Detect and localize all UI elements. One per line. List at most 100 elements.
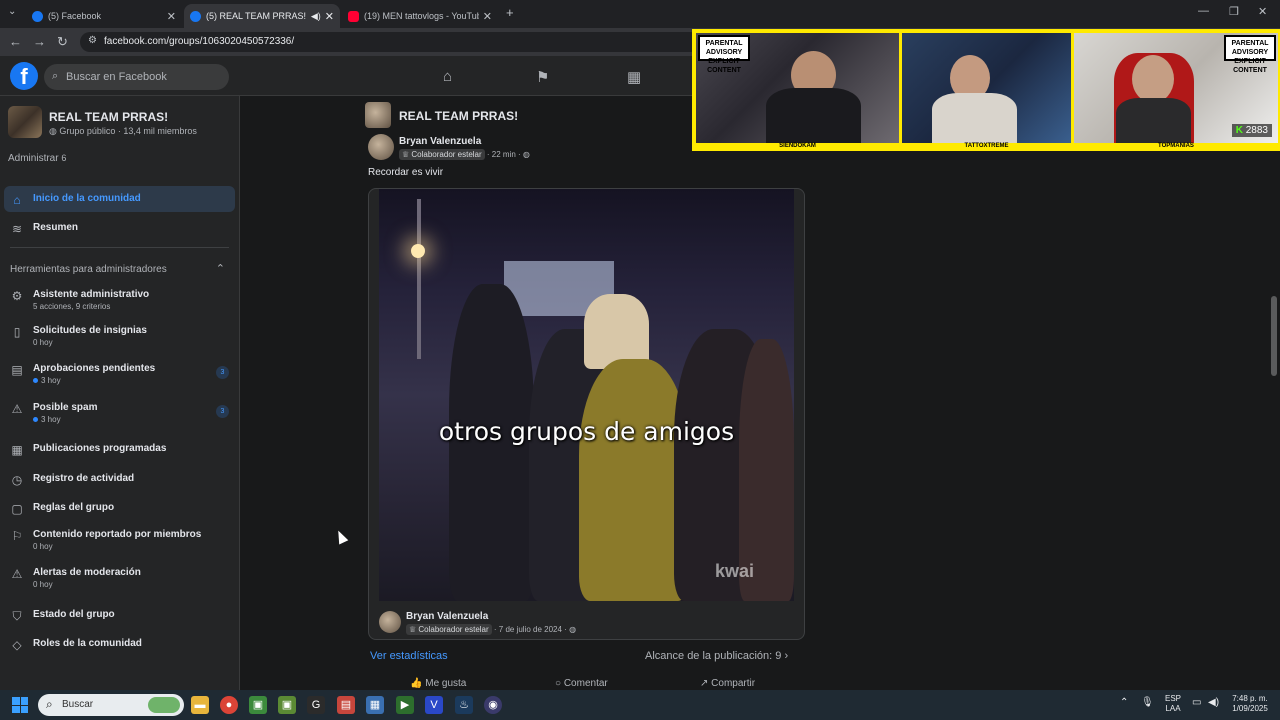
search-input[interactable]: ⌕ Buscar en Facebook bbox=[44, 64, 229, 90]
sidebar-item-estado[interactable]: ⛉ Estado del grupo bbox=[4, 609, 235, 624]
post-author[interactable]: Bryan Valenzuela bbox=[399, 136, 481, 147]
group-avatar[interactable] bbox=[365, 102, 391, 128]
sidebar-item-registro[interactable]: ◷ Registro de actividad bbox=[4, 473, 235, 487]
kwai-watermark: kwai bbox=[715, 561, 755, 581]
thumbs-up-icon: 👍 bbox=[410, 678, 426, 689]
shared-video[interactable]: otros grupos de amigos kwai Bryan Valenz… bbox=[368, 188, 805, 640]
speaker-icon[interactable]: ◀) bbox=[311, 11, 321, 22]
admin-sidebar: REAL TEAM PRRAS! ◍ Grupo público · 13,4 … bbox=[0, 96, 240, 690]
microphone-icon[interactable]: 🎙 bbox=[1141, 698, 1154, 708]
app-g-icon[interactable]: G bbox=[307, 696, 325, 714]
close-icon[interactable]: ✕ bbox=[325, 10, 334, 23]
video-frame[interactable]: otros grupos de amigos kwai bbox=[379, 189, 794, 601]
comment-button[interactable]: ○ Comentar bbox=[555, 678, 608, 689]
webcam-topmanias: PARENTAL ADVISORY EXPLICIT CONTENT K 288… bbox=[1074, 33, 1278, 143]
cam-label: SIENDOKAM bbox=[779, 143, 816, 149]
book-icon: ▢ bbox=[11, 502, 23, 516]
restore-button[interactable]: ❐ bbox=[1229, 5, 1239, 18]
like-button[interactable]: 👍 Me gusta bbox=[410, 678, 466, 689]
tab-search-chevron-icon[interactable]: ⌄ bbox=[8, 6, 16, 17]
app-icon[interactable]: ▤ bbox=[337, 696, 355, 714]
app-play-icon[interactable]: ▶ bbox=[396, 696, 414, 714]
sidebar-item-resumen[interactable]: ≋ Resumen bbox=[4, 222, 235, 248]
tab-real-team-prras[interactable]: (5) REAL TEAM PRRAS! | Fac ◀) ✕ bbox=[184, 4, 340, 28]
lamp-light bbox=[411, 244, 425, 258]
shared-date[interactable]: 7 de julio de 2024 bbox=[499, 625, 562, 634]
author-avatar[interactable] bbox=[368, 134, 394, 160]
site-info-icon[interactable]: ⚙ bbox=[88, 35, 97, 46]
sidebar-item-roles[interactable]: ◇ Roles de la comunidad bbox=[4, 638, 235, 652]
dashboard-icon[interactable]: ▦ bbox=[627, 68, 641, 86]
sidebar-item-asistente[interactable]: ⚙ Asistente administrativo 5 acciones, 9 … bbox=[4, 289, 235, 311]
street-lamp bbox=[417, 199, 421, 359]
close-icon[interactable]: ✕ bbox=[167, 10, 176, 23]
clock[interactable]: 7:48 p. m. 1/09/2025 bbox=[1224, 694, 1276, 714]
post-reach[interactable]: Alcance de la publicación: 9 › bbox=[645, 650, 788, 662]
divider bbox=[10, 247, 229, 248]
sidebar-item-aprobaciones[interactable]: ▤ Aprobaciones pendientes 3 hoy 3 bbox=[4, 363, 235, 385]
kick-icon: K bbox=[1235, 125, 1246, 136]
home-icon: ⌂ bbox=[13, 193, 21, 207]
person-head bbox=[584, 294, 649, 369]
sidebar-item-alertas[interactable]: ⚠ Alertas de moderación 0 hoy bbox=[4, 567, 235, 589]
forward-arrow-icon[interactable]: → bbox=[33, 34, 46, 49]
count-badge: 3 bbox=[216, 366, 229, 379]
steam-icon[interactable]: ♨ bbox=[455, 696, 473, 714]
admin-tools-header[interactable]: Herramientas para administradores ⌃ bbox=[10, 262, 225, 275]
sidebar-item-inicio[interactable]: ⌂ Inicio de la comunidad bbox=[4, 186, 235, 212]
page-scrollbar[interactable] bbox=[1271, 296, 1277, 376]
url-field[interactable]: ⚙ facebook.com/groups/1063020450572336/ bbox=[80, 32, 700, 52]
new-tab-button[interactable]: + bbox=[506, 5, 514, 20]
sidebar-item-reportado[interactable]: ⚐ Contenido reportado por miembros 0 hoy bbox=[4, 529, 235, 551]
post-time[interactable]: 22 min bbox=[492, 150, 516, 159]
unread-dot bbox=[33, 378, 38, 383]
parental-advisory-logo: PARENTAL ADVISORY EXPLICIT CONTENT bbox=[698, 35, 750, 74]
chevron-up-icon[interactable]: ⌃ bbox=[216, 262, 225, 275]
taskbar-search[interactable]: ⌕ Buscar bbox=[38, 694, 184, 716]
language-indicator[interactable]: ESP LAA bbox=[1162, 694, 1184, 714]
trophy-icon: ♕ bbox=[409, 625, 419, 634]
tab-youtube[interactable]: (19) MEN tattovlogs - YouTube ✕ bbox=[342, 4, 498, 28]
home-icon[interactable]: ⌂ bbox=[443, 68, 452, 85]
youtube-icon bbox=[348, 10, 359, 22]
sidebar-item-spam[interactable]: ⚠ Posible spam 3 hoy 3 bbox=[4, 402, 235, 424]
network-icon[interactable]: ▭ bbox=[1192, 698, 1201, 708]
minecraft-launcher-icon[interactable]: ▣ bbox=[278, 696, 296, 714]
streamer-body bbox=[766, 88, 861, 143]
calculator-icon[interactable]: ▦ bbox=[366, 696, 384, 714]
taskbar-search-placeholder: Buscar bbox=[62, 699, 94, 710]
diamond-icon: ◇ bbox=[12, 638, 22, 652]
back-arrow-icon[interactable]: ← bbox=[9, 34, 22, 49]
cam-label: TATTOXTREME bbox=[964, 143, 1009, 149]
tab-facebook[interactable]: (5) Facebook ✕ bbox=[26, 4, 182, 28]
close-icon[interactable]: ✕ bbox=[483, 10, 492, 23]
search-highlight-image bbox=[148, 697, 180, 713]
shared-author-avatar[interactable] bbox=[379, 611, 401, 633]
share-button[interactable]: ↗ Compartir bbox=[700, 678, 755, 689]
shared-author[interactable]: Bryan Valenzuela bbox=[406, 611, 488, 622]
volume-icon[interactable]: ◀) bbox=[1208, 698, 1219, 708]
file-explorer-icon[interactable]: ▬ bbox=[191, 696, 209, 714]
post-group-name[interactable]: REAL TEAM PRRAS! bbox=[399, 109, 518, 123]
sidebar-item-programadas[interactable]: ▦ Publicaciones programadas bbox=[4, 443, 235, 457]
count-badge: 3 bbox=[216, 405, 229, 418]
chrome-icon[interactable]: ● bbox=[220, 696, 238, 714]
obs-icon[interactable]: ◉ bbox=[484, 696, 502, 714]
report-icon: ⚐ bbox=[11, 529, 23, 543]
sidebar-item-reglas[interactable]: ▢ Reglas del grupo bbox=[4, 502, 235, 516]
sidebar-item-insignias[interactable]: ▯ Solicitudes de insignias 0 hoy bbox=[4, 325, 235, 347]
reload-icon[interactable]: ↻ bbox=[57, 34, 68, 50]
view-stats-link[interactable]: Ver estadísticas bbox=[370, 650, 448, 662]
gear-icon: ⚙ bbox=[11, 289, 23, 303]
window-close-button[interactable]: ✕ bbox=[1258, 5, 1267, 18]
tab-title: (5) REAL TEAM PRRAS! | Fac bbox=[206, 11, 307, 21]
badge-icon: ▯ bbox=[13, 325, 21, 339]
minimize-button[interactable]: — bbox=[1198, 5, 1209, 17]
chevron-up-icon[interactable]: ⌃ bbox=[1120, 698, 1128, 708]
windows-start-button[interactable] bbox=[12, 697, 28, 713]
flag-icon[interactable]: ⚑ bbox=[536, 68, 549, 86]
app-v-icon[interactable]: V bbox=[425, 696, 443, 714]
minecraft-icon[interactable]: ▣ bbox=[249, 696, 267, 714]
facebook-logo[interactable]: f bbox=[10, 62, 38, 90]
warning-icon: ⚠ bbox=[11, 402, 23, 416]
